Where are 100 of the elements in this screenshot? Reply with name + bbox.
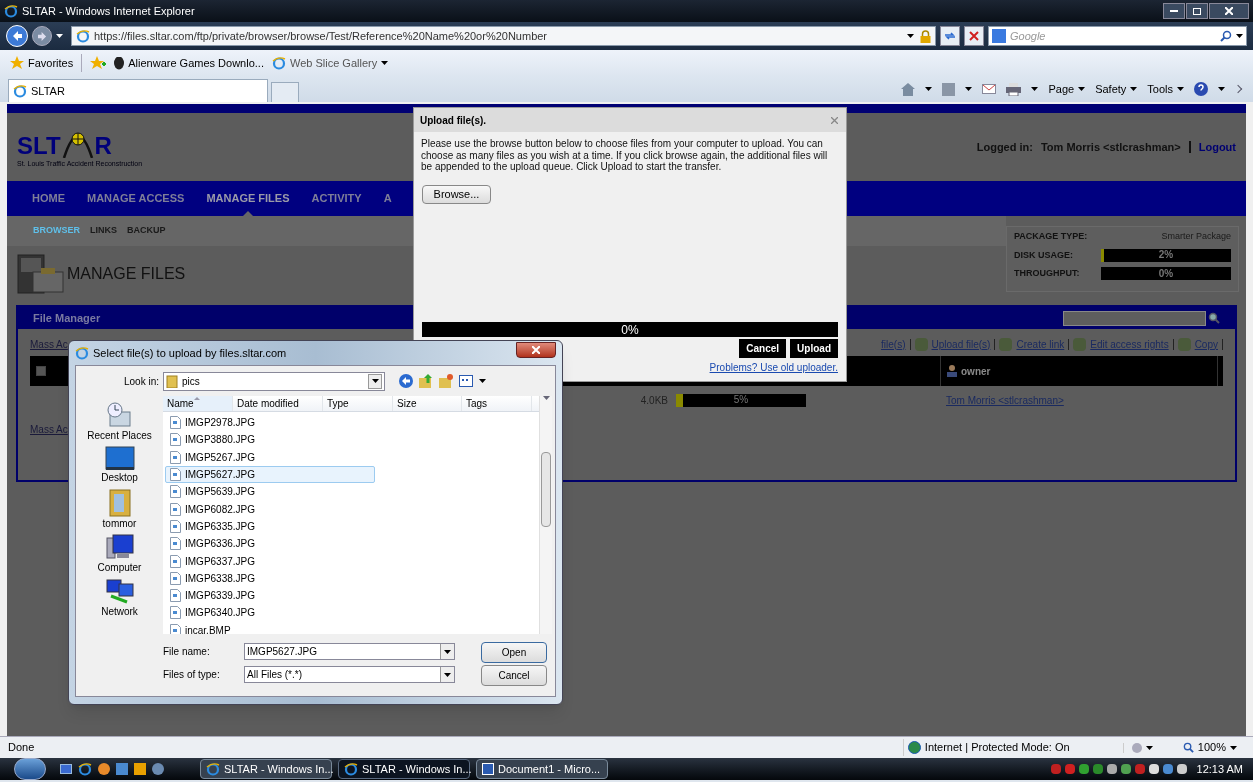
- command-menu[interactable]: Tools: [1147, 80, 1184, 98]
- taskbar-task[interactable]: SLTAR - Windows In...: [338, 759, 470, 779]
- file-icon: [170, 485, 181, 499]
- user-icon: [947, 365, 957, 377]
- dialog-button[interactable]: Upload: [790, 339, 838, 358]
- caret-icon: [444, 672, 451, 677]
- old-uploader-link[interactable]: Problems? Use old uploader.: [709, 360, 838, 375]
- file-icon: [170, 433, 181, 447]
- file-row[interactable]: IMGP6082.JPG: [165, 500, 375, 518]
- caret-icon: [542, 396, 550, 400]
- browse-button[interactable]: Browse...: [422, 184, 491, 204]
- security-icon: [1131, 742, 1142, 753]
- computer-icon: [104, 534, 135, 562]
- file-row[interactable]: IMGP6336.JPG: [165, 535, 375, 553]
- file-row[interactable]: IMGP5267.JPG: [165, 448, 375, 466]
- places-item[interactable]: tommor: [102, 488, 137, 530]
- forward-button[interactable]: [32, 26, 52, 46]
- file-icon: [170, 519, 181, 533]
- file-row[interactable]: IMGP6339.JPG: [165, 586, 375, 605]
- app-icon: [116, 763, 128, 775]
- dialog-button[interactable]: Open: [481, 642, 547, 663]
- new-folder-icon: [439, 374, 453, 388]
- clock: 12:13 AM: [1196, 761, 1243, 777]
- desktop-icon: [104, 446, 135, 472]
- favorites-button[interactable]: Favorites: [10, 54, 74, 72]
- minimize-icon: [1170, 10, 1178, 12]
- favorites-link[interactable]: Web Slice Gallery: [272, 54, 389, 72]
- places-item[interactable]: Network: [101, 578, 138, 618]
- column-header[interactable]: Name: [163, 396, 233, 411]
- favorites-link[interactable]: Alienware Games Downlo...: [114, 54, 264, 72]
- column-header[interactable]: Tags: [462, 396, 532, 411]
- file-icon: [170, 468, 181, 482]
- dialog-button[interactable]: Cancel: [739, 339, 787, 358]
- nav-tab[interactable]: HOME: [21, 181, 76, 216]
- file-name-label: File name:: [163, 645, 211, 659]
- file-name-field[interactable]: IMGP5627.JPG: [244, 643, 455, 660]
- search-placeholder: Google: [1010, 28, 1046, 44]
- back-arrow-icon: [399, 374, 413, 388]
- meter-label: THROUGHPUT:: [1014, 267, 1080, 280]
- browser-tab[interactable]: SLTAR: [8, 79, 268, 102]
- close-button[interactable]: [1209, 3, 1249, 19]
- tray-icon: [1134, 764, 1145, 774]
- file-row[interactable]: IMGP5627.JPG: [165, 465, 375, 484]
- taskbar-task[interactable]: SLTAR - Windows In...: [200, 759, 332, 779]
- caret-icon: [1218, 87, 1225, 91]
- file-row[interactable]: IMGP6338.JPG: [165, 569, 375, 587]
- file-row[interactable]: IMGP3880.JPG: [165, 431, 375, 449]
- search-icon: [1220, 30, 1232, 42]
- nav-tab[interactable]: ACTIVITY: [300, 181, 373, 216]
- action-icon: [914, 337, 928, 351]
- file-row[interactable]: incar.BMP: [165, 621, 375, 634]
- start-button[interactable]: [14, 758, 46, 780]
- caret-icon: [925, 87, 933, 91]
- places-item[interactable]: Recent Places: [87, 400, 152, 442]
- scrollbar-thumb[interactable]: [541, 452, 551, 527]
- close-icon: [532, 346, 540, 354]
- file-row[interactable]: IMGP6335.JPG: [165, 517, 375, 536]
- address-field[interactable]: https://files.sltar.com/ftp/private/browser/browse/Test/Reference%20Name%20or%20Number: [71, 26, 936, 46]
- column-header[interactable]: Type: [323, 396, 393, 411]
- tray-icon: [1064, 764, 1075, 774]
- search-field[interactable]: [1063, 310, 1206, 326]
- file-row[interactable]: IMGP5639.JPG: [165, 483, 375, 501]
- progress-reading: 0%: [621, 323, 639, 336]
- close-button[interactable]: [516, 342, 556, 358]
- refresh-button[interactable]: [940, 26, 960, 46]
- up-folder-icon: [419, 374, 433, 388]
- caret-icon: [1230, 745, 1237, 750]
- file-icon: [170, 571, 181, 585]
- minimize-button[interactable]: [1163, 3, 1185, 19]
- column-header[interactable]: Date modified: [233, 396, 323, 411]
- back-button[interactable]: [6, 25, 28, 47]
- ie-logo-icon: [78, 762, 92, 776]
- command-menu[interactable]: Safety: [1095, 80, 1138, 98]
- column-header: owner: [961, 364, 991, 379]
- nav-tab[interactable]: A: [372, 181, 403, 216]
- look-in-dropdown[interactable]: pics: [163, 371, 385, 391]
- command-menu[interactable]: Page: [1048, 80, 1086, 98]
- progress-reading: 0%: [1158, 268, 1174, 279]
- checkbox[interactable]: [36, 366, 46, 376]
- file-row[interactable]: IMGP2978.JPG: [165, 414, 375, 432]
- file-cabinet-icon: [17, 254, 65, 294]
- dialog-button[interactable]: Cancel: [481, 665, 547, 686]
- places-item[interactable]: Desktop: [101, 446, 138, 484]
- close-icon: [1225, 7, 1233, 15]
- nav-tab[interactable]: MANAGE ACCESS: [76, 181, 196, 216]
- file-row[interactable]: IMGP6340.JPG: [165, 604, 375, 622]
- action-icon: [1177, 337, 1191, 351]
- caret-icon: [1078, 87, 1086, 91]
- taskbar-task[interactable]: Document1 - Micro...: [476, 759, 608, 779]
- caret-icon: [1130, 87, 1138, 91]
- places-item[interactable]: Computer: [97, 534, 142, 574]
- ie-logo-icon: [13, 84, 27, 98]
- stop-button[interactable]: [964, 26, 984, 46]
- maximize-button[interactable]: [1186, 3, 1208, 19]
- file-row[interactable]: IMGP6337.JPG: [165, 552, 375, 570]
- column-header[interactable]: Size: [393, 396, 462, 411]
- caret-icon: [1031, 87, 1039, 91]
- zoom-button[interactable]: 100%: [1182, 739, 1245, 756]
- file-icon: [170, 502, 181, 516]
- file-type-dropdown[interactable]: All Files (*.*): [244, 666, 455, 683]
